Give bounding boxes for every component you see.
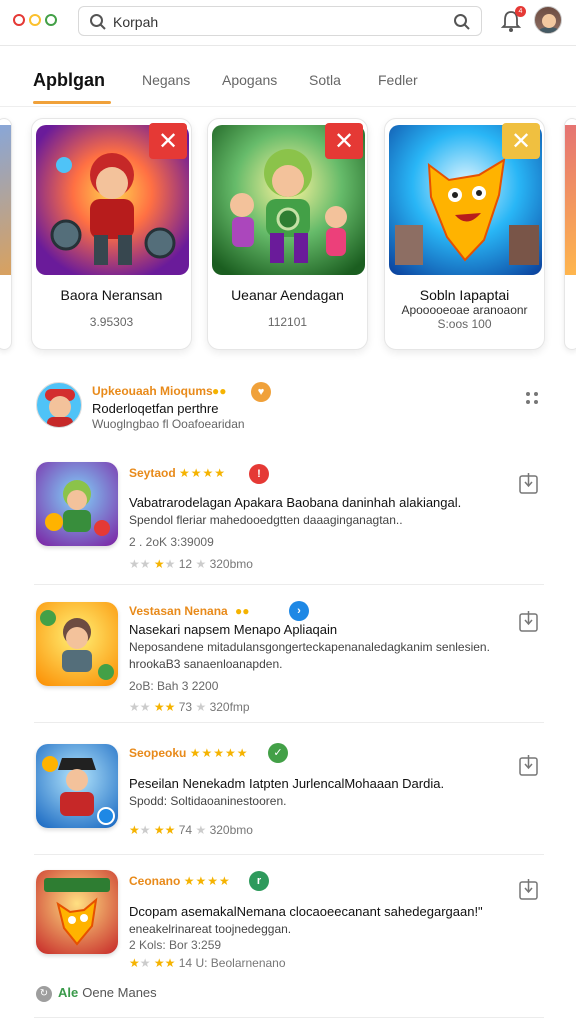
tag-icon: U: xyxy=(195,956,208,970)
featured-card-title: Sobln Iapaptai xyxy=(419,287,510,303)
app-tag: Ceonano ★★★★ xyxy=(129,874,231,888)
close-x-icon[interactable]: ✕ xyxy=(325,123,363,159)
featured-card-title: Baora Neransan xyxy=(60,287,163,303)
app-title: Vabatrarodelagan Apakara Baobana daninha… xyxy=(129,495,462,510)
heart-icon: ♥ xyxy=(251,382,271,402)
list-header-tag: Upkeouaah Mioqums xyxy=(92,384,213,398)
footer-link[interactable]: ↻ Ale Oene Manes xyxy=(36,985,157,1002)
check-icon: ✓ xyxy=(268,743,288,763)
emoji-icon: ●● xyxy=(235,604,250,618)
app-icon xyxy=(36,870,118,954)
search-input[interactable]: Korpah xyxy=(78,6,482,36)
category-tabs: Apblgan Negans Apogans Sotla Fedler xyxy=(0,62,576,108)
app-tag: Seytaod ★★★★ xyxy=(129,466,227,480)
footer-text: Oene Manes xyxy=(82,985,157,1000)
alert-icon: ! xyxy=(249,464,269,484)
refresh-icon: r xyxy=(249,871,269,891)
app-title: Nasekari napsem Menapo Apliaqain xyxy=(129,622,338,637)
featured-card-meta: 3.95303 xyxy=(89,315,134,329)
featured-card-previous[interactable] xyxy=(0,118,12,350)
app-description-continued: hrookaB3 sanaenloanapden. xyxy=(129,657,283,671)
info-icon: › xyxy=(289,601,309,621)
more-options-icon[interactable] xyxy=(524,390,540,406)
close-window-dot[interactable] xyxy=(13,14,25,26)
publisher-avatar xyxy=(36,382,82,428)
tab-apogans[interactable]: Apogans xyxy=(222,72,277,88)
featured-card[interactable]: ✕ Sobln Iapaptai Apooooeoae aranoaonr S:… xyxy=(384,118,545,350)
list-header-subtitle: Wuoglngbao fl Ooafoearidan xyxy=(92,417,245,431)
minimize-window-dot[interactable] xyxy=(29,14,41,26)
close-x-icon[interactable]: ✕ xyxy=(502,123,540,159)
divider xyxy=(34,1017,544,1018)
divider xyxy=(34,584,544,585)
avatar[interactable] xyxy=(534,6,562,34)
close-x-icon[interactable]: ✕ xyxy=(149,123,187,159)
tab-sotla[interactable]: Sotla xyxy=(309,72,341,88)
app-description: Neposandene mitadulansgongerteckapenanal… xyxy=(129,640,490,654)
featured-card[interactable]: ✕ Ueanar Aendagan 112101 xyxy=(207,118,368,350)
app-meta: 2 Kols: Bor 3:259 xyxy=(129,938,222,952)
app-icon xyxy=(36,602,118,686)
app-rating: ★★ ★★ 14 U: Beolarnenano xyxy=(129,956,286,970)
featured-card[interactable]: ✕ Baora Neransan 3.95303 xyxy=(31,118,192,350)
footer-highlight: Ale xyxy=(58,985,79,1000)
app-rating: ★★ ★★ 73 ★ 320fmp xyxy=(129,700,250,714)
app-meta: 2 . 2oK 3:39009 xyxy=(129,535,214,549)
search-submit-icon[interactable] xyxy=(453,13,471,31)
app-icon xyxy=(36,744,118,828)
app-title: Dcopam asemakalNemana clocaoeecanant sah… xyxy=(129,904,483,919)
top-bar: Korpah 4 xyxy=(0,0,576,46)
app-description: Spodd: Soltidaoaninestooren. xyxy=(129,794,287,808)
app-rating: ★★ ★★ 12 ★ 320bmo xyxy=(129,557,253,571)
featured-carousel[interactable]: ✕ Baora Neransan 3.95303 ✕ Ueanar Aendag… xyxy=(0,112,576,357)
install-icon[interactable] xyxy=(519,878,538,900)
app-tag: Seopeoku ★★★★★ xyxy=(129,746,249,760)
tab-apblgan[interactable]: Apblgan xyxy=(33,70,105,91)
search-icon xyxy=(90,14,106,30)
featured-card-title: Ueanar Aendagan xyxy=(231,287,344,303)
app-rating: ★★ ★★ 74 ★ 320bmo xyxy=(129,823,253,837)
install-icon[interactable] xyxy=(519,472,538,494)
app-icon xyxy=(36,462,118,546)
maximize-window-dot[interactable] xyxy=(45,14,57,26)
app-tag: Vestasan Nenana xyxy=(129,604,228,618)
featured-card-subtitle: Apooooeoae aranoaonr xyxy=(401,303,528,317)
app-description: eneakelrinareat toojnedeggan. xyxy=(129,922,292,936)
app-description: Spendol fleriar mahedooedgtten daaaginga… xyxy=(129,513,403,527)
tab-negans[interactable]: Negans xyxy=(142,72,190,88)
install-icon[interactable] xyxy=(519,754,538,776)
search-query: Korpah xyxy=(113,14,159,30)
divider xyxy=(34,854,544,855)
list-header-title: Roderloqetfan perthre xyxy=(92,401,219,416)
featured-card-meta: 112101 xyxy=(267,315,308,329)
app-title: Peseilan Nenekadm Iatpten JurlencalMohaa… xyxy=(129,776,445,791)
divider xyxy=(34,722,544,723)
featured-card-next[interactable] xyxy=(564,118,576,350)
window-controls xyxy=(13,14,57,26)
emoji-icon: ●● xyxy=(212,384,227,398)
featured-card-meta: S:oos 100 xyxy=(437,317,492,331)
app-meta: 2oB: Bah 3 2200 xyxy=(129,679,219,693)
tab-fedler[interactable]: Fedler xyxy=(378,72,418,88)
refresh-icon: ↻ xyxy=(36,985,52,1002)
tabs-divider xyxy=(0,106,576,107)
notification-badge: 4 xyxy=(515,6,526,17)
install-icon[interactable] xyxy=(519,610,538,632)
active-tab-indicator xyxy=(33,101,111,104)
